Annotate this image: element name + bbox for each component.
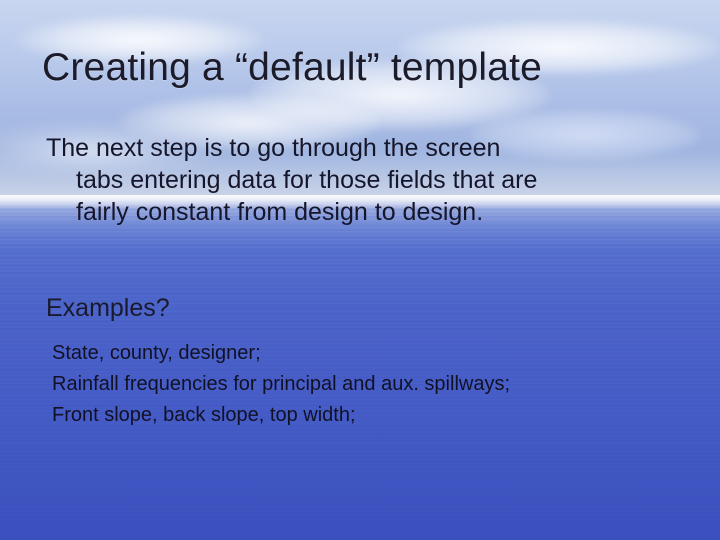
body-line: The next step is to go through the scree…	[46, 134, 500, 162]
example-item: Front slope, back slope, top width;	[52, 401, 678, 430]
body-paragraph: The next step is to go through the scree…	[46, 132, 646, 228]
body-line: fairly constant from design to design.	[46, 196, 646, 228]
slide-title: Creating a “default” template	[42, 46, 678, 90]
example-item: State, county, designer;	[52, 339, 678, 368]
slide-content: Creating a “default” template The next s…	[0, 0, 720, 540]
examples-list: State, county, designer; Rainfall freque…	[52, 339, 678, 430]
subheading: Examples?	[46, 294, 678, 323]
slide: Creating a “default” template The next s…	[0, 0, 720, 540]
example-item: Rainfall frequencies for principal and a…	[52, 370, 678, 399]
body-line: tabs entering data for those fields that…	[46, 164, 646, 196]
